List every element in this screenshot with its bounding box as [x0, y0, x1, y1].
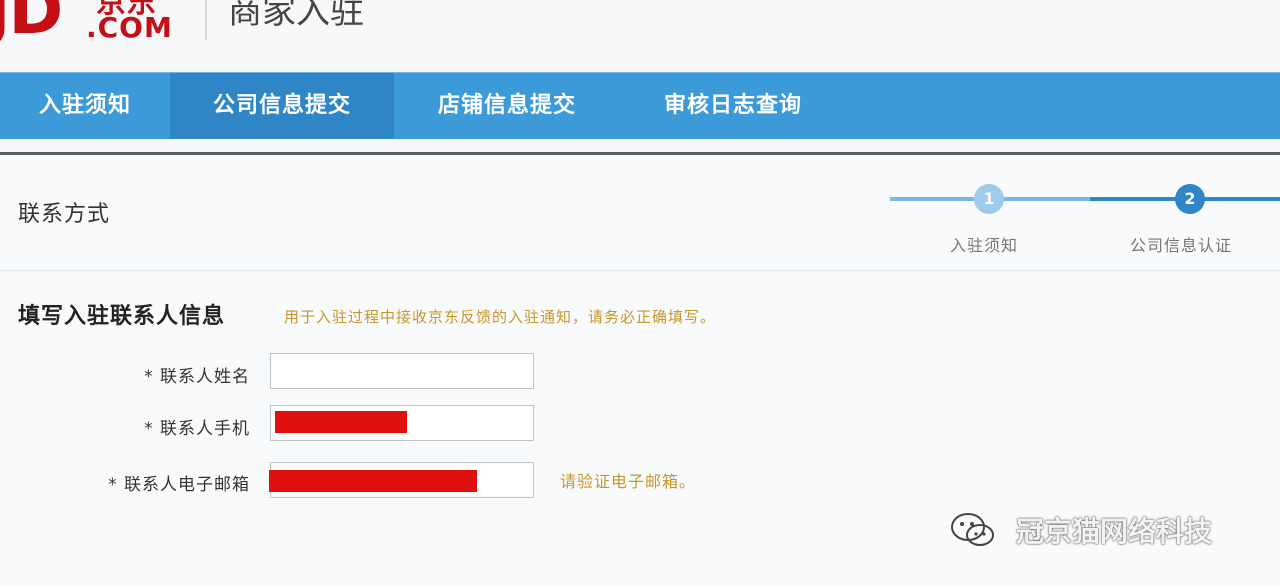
site-header: JD 京东 .COM 商家入驻 [0, 0, 1280, 72]
jd-logo-com: .COM [86, 11, 173, 44]
section-title: 联系方式 [18, 202, 111, 227]
nav-tab-company-info[interactable]: 公司信息提交 [170, 73, 394, 139]
email-redaction [269, 470, 477, 492]
step-1-label: 入驻须知 [950, 236, 1019, 255]
phone-redaction [275, 411, 407, 433]
section-divider [0, 270, 1280, 271]
contact-phone-label: * 联系人手机 [144, 419, 250, 439]
nav-tab-notice[interactable]: 入驻须知 [0, 73, 170, 139]
contact-phone-input[interactable] [270, 405, 534, 441]
contact-email-label: * 联系人电子邮箱 [108, 475, 250, 495]
email-note: 请验证电子邮箱。 [560, 472, 697, 491]
nav-tab-audit-log[interactable]: 审核日志查询 [620, 73, 846, 139]
step-2-circle: 2 [1175, 184, 1205, 214]
form-hint: 用于入驻过程中接收京东反馈的入驻通知，请务必正确填写。 [284, 308, 717, 326]
form-heading: 填写入驻联系人信息 [18, 304, 226, 329]
contact-name-label: * 联系人姓名 [144, 367, 250, 387]
watermark-text: 冠京猫网络科技 [1016, 515, 1213, 548]
jd-logo[interactable]: JD [0, 0, 63, 44]
nav-tab-store-info[interactable]: 店铺信息提交 [394, 73, 620, 139]
contact-email-input[interactable] [269, 462, 534, 498]
header-title: 商家入驻 [228, 0, 364, 32]
contact-name-input[interactable] [270, 353, 534, 389]
step-1-circle: 1 [974, 184, 1004, 214]
wechat-icon [951, 513, 994, 546]
step-2-label: 公司信息认证 [1130, 236, 1233, 255]
header-divider [205, 0, 207, 40]
main-nav: 入驻须知 公司信息提交 店铺信息提交 审核日志查询 [0, 72, 1280, 139]
